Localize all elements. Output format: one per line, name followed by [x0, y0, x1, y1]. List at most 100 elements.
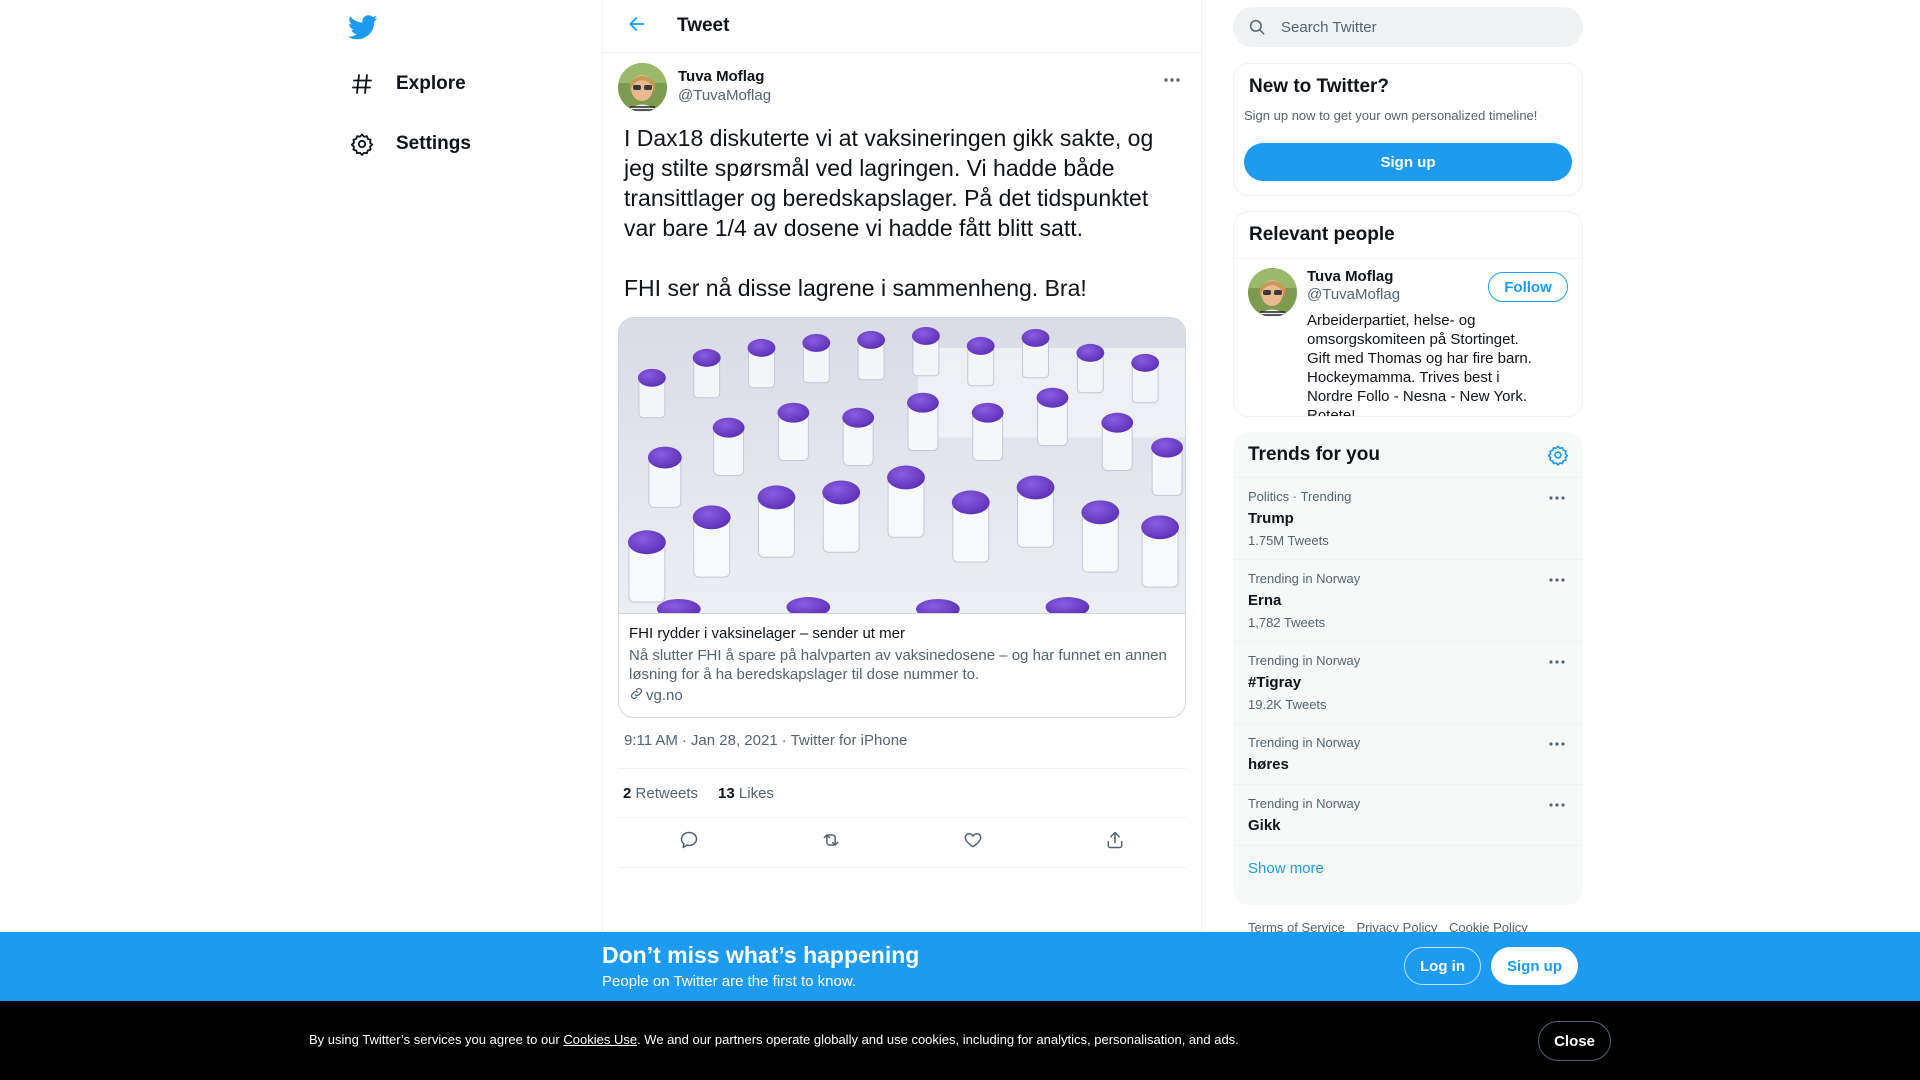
card-domain: vg.no — [629, 686, 1175, 705]
tweet-text-paragraph: I Dax18 diskuterte vi at vaksineringen g… — [624, 125, 1154, 241]
trend-name: Erna — [1248, 592, 1282, 609]
card-image — [619, 318, 1185, 614]
trend-name: høres — [1248, 756, 1289, 773]
trend-context: Trending in Norway — [1248, 571, 1361, 586]
nav-explore-label: Explore — [396, 73, 466, 94]
trend-name: #Tigray — [1248, 674, 1302, 691]
share-icon — [1105, 830, 1125, 855]
reply-icon — [679, 830, 699, 855]
nav-settings-label: Settings — [396, 133, 471, 154]
tweet: Tuva Moflag @TuvaMoflag I Dax18 diskuter… — [603, 53, 1201, 868]
card-domain-text: vg.no — [646, 687, 683, 704]
more-horizontal-icon — [1163, 70, 1181, 88]
trends-header: Trends for you — [1233, 432, 1583, 478]
twitter-bird-icon[interactable] — [347, 12, 378, 42]
tweet-author: Tuva Moflag @TuvaMoflag — [603, 53, 1201, 123]
more-options-button[interactable] — [1158, 65, 1186, 93]
separator: · — [781, 732, 787, 749]
new-to-twitter-panel: New to Twitter? Sign up now to get your … — [1233, 63, 1583, 196]
like-button[interactable] — [955, 825, 991, 861]
relevant-people-header: Relevant people — [1234, 212, 1582, 259]
tweet-stats: 2 Retweets 13 Likes — [618, 768, 1186, 818]
trends-panel: Trends for you Politics · Trending Trump… — [1233, 432, 1583, 905]
back-button[interactable] — [619, 8, 655, 44]
trend-item[interactable]: Trending in Norway #Tigray 19.2K Tweets — [1233, 642, 1583, 724]
more-horizontal-icon[interactable] — [1545, 734, 1569, 754]
tweet-body: I Dax18 diskuterte vi at vaksineringen g… — [603, 123, 1201, 303]
nav-explore[interactable]: Explore — [348, 62, 466, 106]
retweets-stat[interactable]: 2 Retweets — [623, 785, 698, 802]
tweet-text-paragraph: FHI ser nå disse lagrene i sammenheng. B… — [624, 275, 1087, 301]
nav-settings[interactable]: Settings — [348, 122, 471, 166]
share-button[interactable] — [1097, 825, 1133, 861]
cookie-banner: By using Twitter’s services you agree to… — [0, 1001, 1920, 1080]
person-avatar[interactable] — [1248, 268, 1297, 317]
cookie-text: By using Twitter’s services you agree to… — [309, 1032, 1239, 1047]
search-icon — [1247, 17, 1267, 37]
avatar[interactable] — [618, 63, 667, 112]
trend-item[interactable]: Trending in Norway Gikk — [1233, 785, 1583, 846]
tweet-text: I Dax18 diskuterte vi at vaksineringen g… — [618, 123, 1186, 303]
tweet-header: Tweet — [603, 0, 1201, 53]
arrow-left-icon — [627, 14, 647, 39]
card-title: FHI rydder i vaksinelager – sender ut me… — [629, 625, 905, 642]
show-more-link[interactable]: Show more — [1233, 846, 1583, 891]
gear-icon[interactable] — [1547, 444, 1569, 471]
app: Explore Settings Tweet Tuva Moflag @Tuva… — [0, 0, 1920, 1080]
relevant-people-title: Relevant people — [1249, 224, 1395, 245]
likes-stat[interactable]: 13 Likes — [718, 785, 774, 802]
tweet-column: Tweet Tuva Moflag @TuvaMoflag I Dax18 di… — [602, 0, 1202, 1080]
likes-label: Likes — [738, 784, 774, 802]
tweet-time[interactable]: 9:11 AM — [624, 732, 678, 749]
new-to-twitter-subtitle: Sign up now to get your own personalized… — [1244, 108, 1538, 123]
author-handle[interactable]: @TuvaMoflag — [678, 87, 771, 104]
likes-count: 13 — [718, 784, 735, 802]
person-bio: Arbeiderpartiet, helse- og omsorgskomite… — [1307, 312, 1532, 417]
close-button[interactable]: Close — [1538, 1021, 1611, 1061]
card-description: Nå slutter FHI å spare på halvparten av … — [629, 647, 1167, 683]
link-card[interactable]: FHI rydder i vaksinelager – sender ut me… — [618, 317, 1186, 718]
cookies-use-link[interactable]: Cookies Use — [563, 1032, 637, 1047]
link-icon — [629, 686, 644, 705]
new-to-twitter-title: New to Twitter? — [1249, 76, 1390, 97]
trend-context: Trending in Norway — [1248, 735, 1361, 750]
tweet-date[interactable]: Jan 28, 2021 — [691, 732, 778, 749]
trend-item[interactable]: Trending in Norway Erna 1,782 Tweets — [1233, 560, 1583, 642]
trend-name: Gikk — [1248, 817, 1281, 834]
author-name[interactable]: Tuva Moflag — [678, 68, 764, 85]
trend-name: Trump — [1248, 510, 1294, 527]
sign-up-button[interactable]: Sign up — [1244, 143, 1572, 181]
separator: · — [681, 732, 687, 749]
trend-count: 1,782 Tweets — [1248, 615, 1326, 630]
trend-context: Trending in Norway — [1248, 653, 1361, 668]
banner-subtitle: People on Twitter are the first to know. — [602, 973, 857, 990]
cookie-text-after: . We and our partners operate globally a… — [637, 1032, 1239, 1047]
cookie-text-before: By using Twitter’s services you agree to… — [309, 1032, 564, 1047]
follow-button[interactable]: Follow — [1488, 272, 1568, 302]
trend-count: 1.75M Tweets — [1248, 533, 1329, 548]
retweets-count: 2 — [623, 784, 632, 802]
card-body: FHI rydder i vaksinelager – sender ut me… — [619, 614, 1185, 717]
trend-context: Trending in Norway — [1248, 796, 1361, 811]
trend-item[interactable]: Politics · Trending Trump 1.75M Tweets — [1233, 478, 1583, 560]
search-box[interactable] — [1233, 7, 1583, 47]
retweet-icon — [820, 830, 842, 855]
retweet-button[interactable] — [813, 825, 849, 861]
page-title: Tweet — [677, 15, 730, 36]
reply-button[interactable] — [671, 825, 707, 861]
trend-item[interactable]: Trending in Norway høres — [1233, 724, 1583, 785]
hashtag-icon — [348, 70, 376, 98]
trend-context: Politics · Trending — [1248, 489, 1352, 504]
more-horizontal-icon[interactable] — [1545, 570, 1569, 590]
more-horizontal-icon[interactable] — [1545, 795, 1569, 815]
relevant-people-panel: Relevant people Tuva Moflag @TuvaMoflag … — [1233, 211, 1583, 417]
tweet-source[interactable]: Twitter for iPhone — [791, 732, 908, 749]
search-input[interactable] — [1281, 18, 1541, 36]
banner-sign-up-button[interactable]: Sign up — [1491, 947, 1578, 985]
signup-banner: Don’t miss what’s happening People on Tw… — [0, 932, 1920, 1001]
retweets-label: Retweets — [635, 784, 699, 802]
gear-icon — [348, 130, 376, 158]
log-in-button[interactable]: Log in — [1404, 947, 1481, 985]
more-horizontal-icon[interactable] — [1545, 652, 1569, 672]
more-horizontal-icon[interactable] — [1545, 488, 1569, 508]
